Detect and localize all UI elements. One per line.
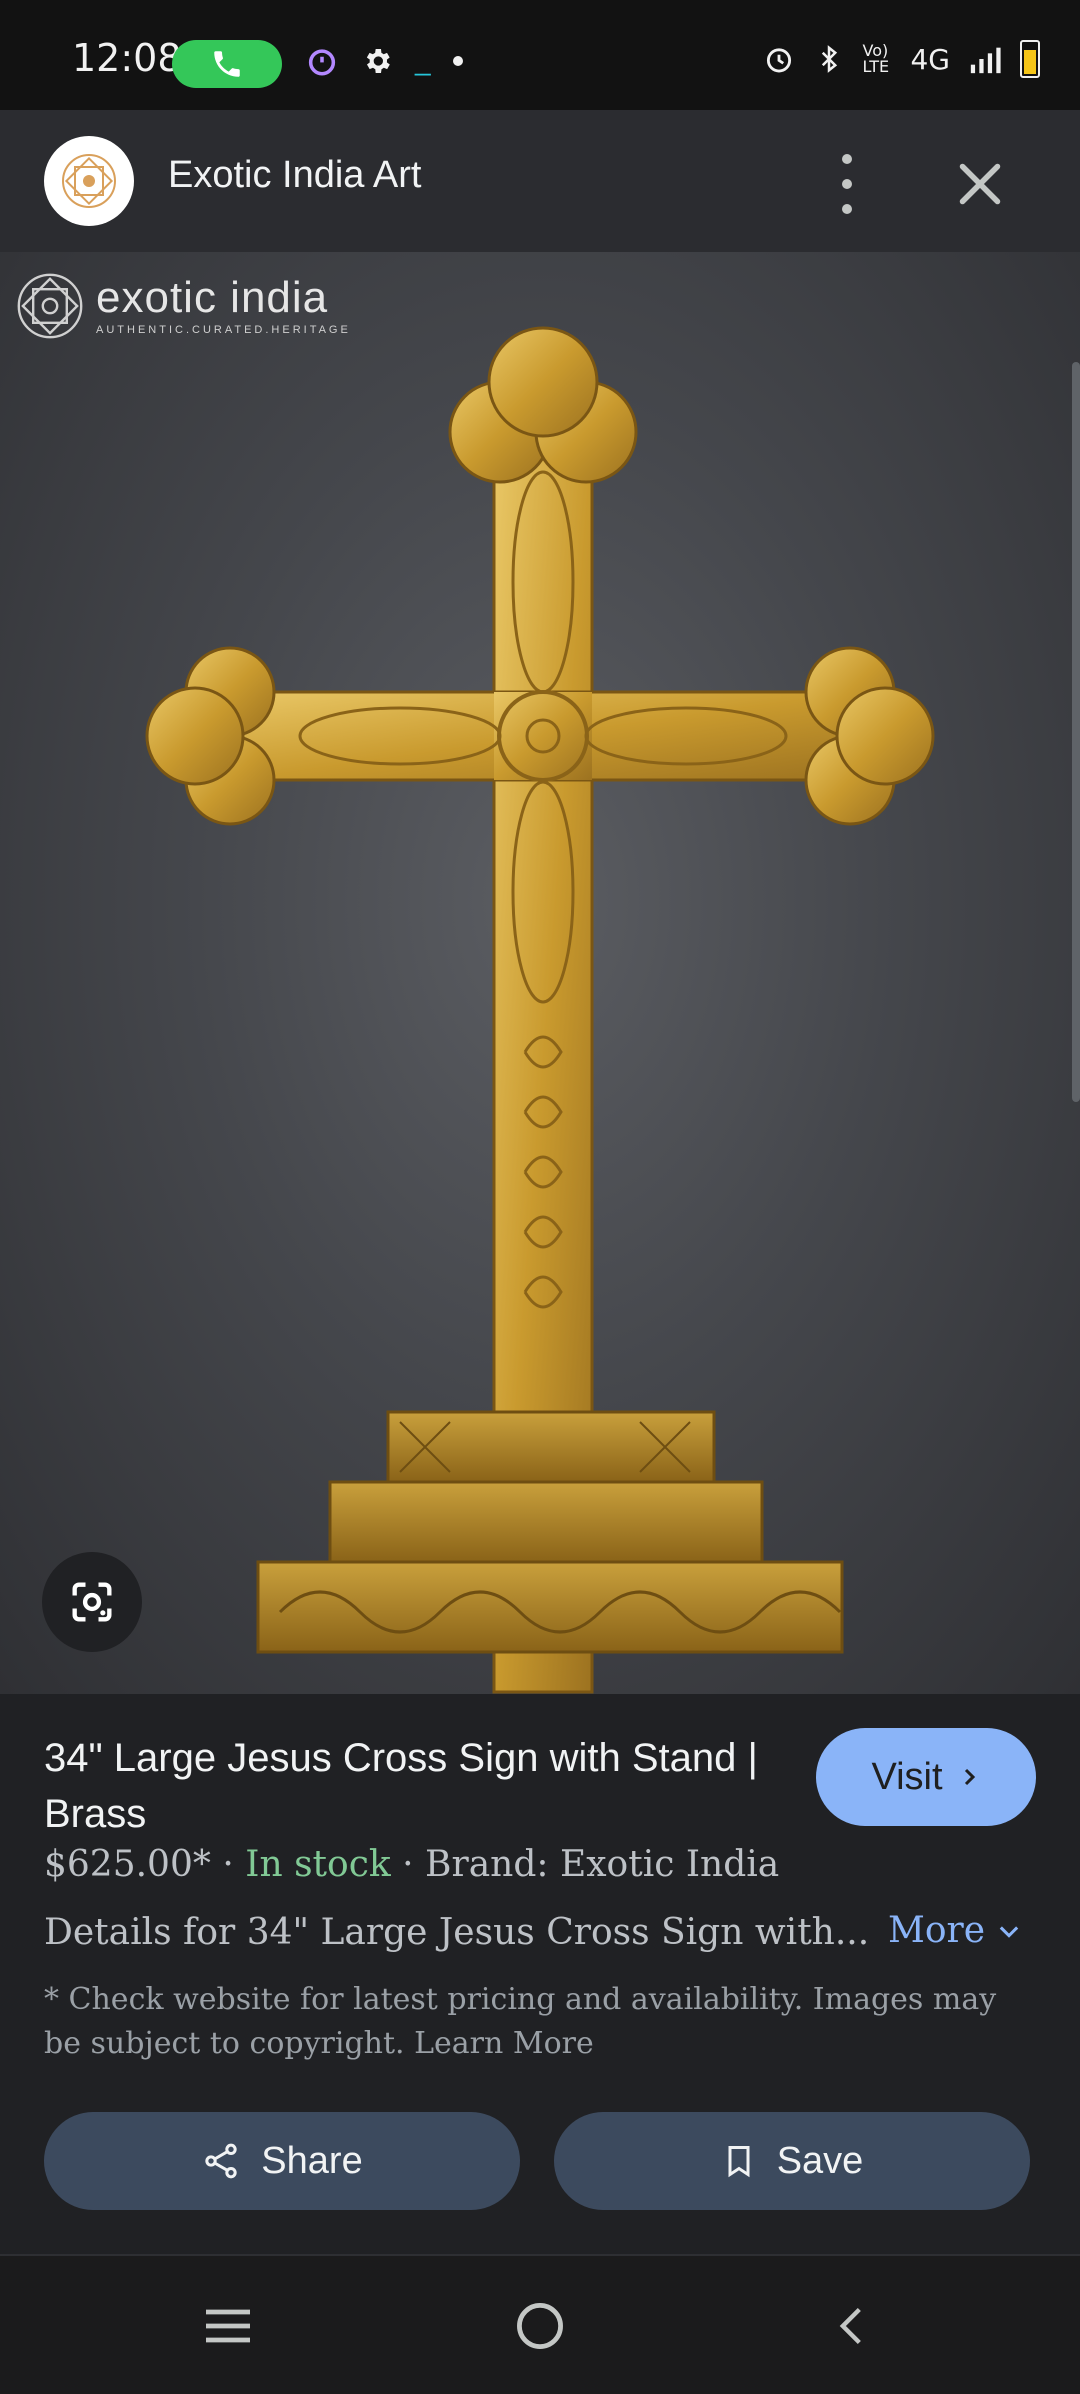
- share-icon: [205, 2143, 237, 2179]
- back-chevron-icon: [839, 2307, 861, 2345]
- visit-button[interactable]: Visit: [816, 1728, 1036, 1826]
- save-button[interactable]: Save: [554, 2112, 1030, 2210]
- close-icon[interactable]: [950, 154, 1010, 214]
- signal-strength-icon: [970, 47, 1001, 74]
- lens-search-button[interactable]: [42, 1552, 142, 1652]
- more-button[interactable]: More: [888, 1910, 1023, 1951]
- google-lens-icon: [72, 1582, 112, 1622]
- system-icons: Vo) LTE 4G: [762, 40, 1040, 78]
- bookmark-icon: [728, 2146, 750, 2178]
- share-button[interactable]: Share: [44, 2112, 520, 2210]
- system-navigation-bar: [0, 2254, 1080, 2394]
- visit-button-label: Visit: [871, 1755, 943, 1798]
- home-button[interactable]: [510, 2296, 570, 2356]
- ongoing-call-chip[interactable]: [172, 40, 282, 88]
- site-name[interactable]: Exotic India Art: [168, 154, 421, 197]
- underscore-indicator-icon: _: [415, 45, 431, 76]
- product-info-panel: 34" Large Jesus Cross Sign with Stand | …: [0, 1694, 1080, 2254]
- site-logo[interactable]: [44, 136, 134, 226]
- brand: Brand: Exotic India: [425, 1844, 780, 1885]
- save-label: Save: [776, 2139, 864, 2182]
- disclaimer-text: * Check website for latest pricing and a…: [44, 1982, 997, 2061]
- battery-icon: [1020, 40, 1040, 78]
- menu-lines-icon: [206, 2309, 250, 2343]
- product-image[interactable]: exotic india AUTHENTIC.CURATED.HERITAGE: [0, 252, 1080, 1694]
- settings-gear-icon: [366, 49, 390, 73]
- status-bar: 12:08 _ Vo) LTE 4G: [0, 0, 1080, 110]
- network-type-label: 4G: [910, 42, 950, 76]
- brass-cross-illustration: [145, 326, 935, 1694]
- back-button[interactable]: [822, 2296, 882, 2356]
- home-circle-icon: [517, 2303, 563, 2349]
- separator: ·: [402, 1844, 414, 1885]
- chevron-down-icon: [999, 1925, 1019, 1938]
- more-notifications-dot-icon: [452, 56, 463, 66]
- price: $625.00*: [44, 1844, 211, 1885]
- recent-apps-button[interactable]: [198, 2296, 258, 2356]
- product-title: 34" Large Jesus Cross Sign with Stand | …: [44, 1736, 758, 1836]
- separator: ·: [222, 1844, 234, 1885]
- mandala-logo-icon: [62, 154, 116, 208]
- phone-icon: [214, 51, 240, 77]
- status-time: 12:08: [72, 36, 182, 80]
- product-details-text: Details for 34" Large Jesus Cross Sign w…: [44, 1912, 870, 1953]
- alarm-icon: [767, 48, 792, 73]
- notification-icons: _: [305, 44, 463, 78]
- price-stock-brand-line: $625.00* · In stock · Brand: Exotic Indi…: [44, 1844, 779, 1885]
- chevron-right-icon: [964, 1768, 975, 1786]
- more-label: More: [888, 1910, 986, 1951]
- share-label: Share: [261, 2139, 363, 2182]
- bluetooth-icon: [822, 45, 838, 73]
- more-options-icon[interactable]: [832, 154, 862, 214]
- stock-status: In stock: [245, 1844, 391, 1885]
- timer-app-icon: [308, 49, 336, 76]
- volte-label: Vo) LTE: [862, 41, 890, 76]
- source-header: Exotic India Art: [0, 110, 1080, 252]
